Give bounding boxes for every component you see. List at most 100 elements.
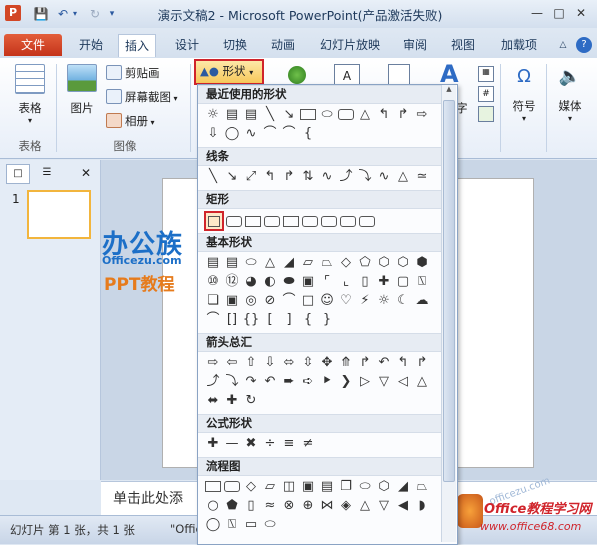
data-icon[interactable]: ▱ <box>261 478 279 496</box>
line-icon[interactable]: ╲ <box>204 168 222 186</box>
elbow-arrow-icon[interactable]: ↱ <box>394 106 412 124</box>
curved-right-arrow-icon[interactable]: ⤴ <box>204 373 222 391</box>
heart-icon[interactable]: ♡ <box>337 292 355 310</box>
left-right-callout-icon[interactable]: ⬌ <box>204 392 222 410</box>
sequential-access-icon[interactable]: ◯ <box>204 516 222 534</box>
multidocument-icon[interactable]: ❐ <box>337 478 355 496</box>
l-shape-icon[interactable]: ⌞ <box>337 273 355 291</box>
or-icon[interactable]: ⊕ <box>299 497 317 515</box>
moon-icon[interactable]: ☾ <box>394 292 412 310</box>
no-symbol-icon[interactable]: ⊘ <box>261 292 279 310</box>
teardrop-icon[interactable]: ⬬ <box>280 273 298 291</box>
collate-icon[interactable]: ⋈ <box>318 497 336 515</box>
up-down-arrow-icon[interactable]: ⇳ <box>299 354 317 372</box>
triangle-icon[interactable]: △ <box>356 106 374 124</box>
offpage-connector-icon[interactable]: ⬟ <box>223 497 241 515</box>
brace-icon[interactable]: { <box>299 125 317 143</box>
connector-icon[interactable]: ○ <box>204 497 222 515</box>
symbol-button[interactable]: Ω 符号 ▾ <box>506 64 542 123</box>
internal-storage-icon[interactable]: ▣ <box>299 478 317 496</box>
curved-connector-icon[interactable]: ∿ <box>318 168 336 186</box>
oval-icon[interactable]: ⬭ <box>242 254 260 272</box>
double-brace-icon[interactable]: {} <box>242 311 260 329</box>
down-arrow-icon[interactable]: ⇩ <box>204 125 222 143</box>
terminator-icon[interactable]: ⬭ <box>356 478 374 496</box>
object-icon[interactable] <box>478 106 494 122</box>
extract-icon[interactable]: △ <box>356 497 374 515</box>
trapezoid-icon[interactable]: ⏢ <box>318 254 336 272</box>
circular-arrow-icon[interactable]: ↻ <box>242 392 260 410</box>
half-frame-icon[interactable]: ⌜ <box>318 273 336 291</box>
block-arc-icon[interactable]: ⌒ <box>280 292 298 310</box>
maximize-button[interactable]: □ <box>549 4 569 22</box>
pentagon-arrow-icon[interactable]: ⯈ <box>318 373 336 391</box>
stored-data-icon[interactable]: ◀ <box>394 497 412 515</box>
tab-home[interactable]: 开始 <box>74 34 108 56</box>
bevel-icon[interactable]: ▣ <box>223 292 241 310</box>
right-triangle-icon[interactable]: ◢ <box>280 254 298 272</box>
clipart-button[interactable]: 剪贴画 <box>106 64 160 82</box>
curved-left-arrow-icon[interactable]: ⤵ <box>223 373 241 391</box>
magnetic-disk-icon[interactable]: ⍂ <box>223 516 241 534</box>
plaque-icon[interactable]: ▢ <box>394 273 412 291</box>
tab-addins[interactable]: 加载项 <box>494 34 544 56</box>
diamond-icon[interactable]: ◇ <box>337 254 355 272</box>
elbow-connector-icon[interactable]: ↰ <box>261 168 279 186</box>
arc-icon[interactable]: ⌒ <box>261 125 279 143</box>
sun-icon[interactable]: ☼ <box>375 292 393 310</box>
shapes-button[interactable]: ▲● 形状 ▾ <box>194 59 264 85</box>
rectangle-icon[interactable] <box>204 211 224 231</box>
tab-transitions[interactable]: 切换 <box>218 34 252 56</box>
close-pane-icon[interactable]: ✕ <box>78 164 94 182</box>
shapes-scroll-thumb[interactable] <box>443 100 455 482</box>
up-callout-icon[interactable]: △ <box>413 373 431 391</box>
dodecagon-icon[interactable]: ⑫ <box>223 273 241 291</box>
sort-icon[interactable]: ◈ <box>337 497 355 515</box>
can-icon[interactable]: ⍂ <box>413 273 431 291</box>
textbox-shape-icon[interactable]: ▤ <box>223 106 241 124</box>
tab-insert[interactable]: 插入 <box>118 34 156 57</box>
bent-up-arrow-icon[interactable]: ↱ <box>413 354 431 372</box>
snip-single-corner-icon[interactable] <box>244 213 262 231</box>
tab-view[interactable]: 视图 <box>446 34 480 56</box>
datetime-icon[interactable]: ▦ <box>478 66 494 82</box>
screenshot-button[interactable]: 屏幕截图 ▾ <box>106 88 178 106</box>
alternate-process-icon[interactable] <box>223 478 241 496</box>
rectangle-icon[interactable] <box>299 106 317 124</box>
curved-up-arrow-icon[interactable]: ↷ <box>242 373 260 391</box>
tab-review[interactable]: 审阅 <box>398 34 432 56</box>
sun-icon[interactable]: ☼ <box>204 106 222 124</box>
down-arrow-icon[interactable]: ⇩ <box>261 354 279 372</box>
plus-shape-icon[interactable]: ✚ <box>375 273 393 291</box>
left-right-up-arrow-icon[interactable]: ⤊ <box>337 354 355 372</box>
flowchart-icon[interactable]: ◯ <box>223 125 241 143</box>
tab-design[interactable]: 设计 <box>170 34 204 56</box>
left-callout-icon[interactable]: ◁ <box>394 373 412 391</box>
notched-right-arrow-icon[interactable]: ➪ <box>299 373 317 391</box>
outline-tab[interactable]: ☰ <box>36 164 58 182</box>
donut-icon[interactable]: ◎ <box>242 292 260 310</box>
lightning-icon[interactable]: ⚡ <box>356 292 374 310</box>
double-bracket-icon[interactable]: [] <box>223 311 241 329</box>
media-button[interactable]: 🔈 媒体 ▾ <box>552 64 588 123</box>
line-icon[interactable]: ╲ <box>261 106 279 124</box>
tab-slideshow[interactable]: 幻灯片放映 <box>314 34 386 56</box>
hexagon-icon[interactable]: ⬡ <box>375 254 393 272</box>
delay-icon[interactable]: ◗ <box>413 497 431 515</box>
snip-diagonal-icon[interactable] <box>282 213 300 231</box>
direct-access-icon[interactable]: ▭ <box>242 516 260 534</box>
curved-down-arrow-icon[interactable]: ↶ <box>261 373 279 391</box>
picture-button[interactable]: 图片 <box>62 64 102 116</box>
arrow-line-icon[interactable]: ↘ <box>223 168 241 186</box>
striped-right-arrow-icon[interactable]: ➨ <box>280 373 298 391</box>
close-button[interactable]: ✕ <box>571 4 591 22</box>
manual-operation-icon[interactable]: ⏢ <box>413 478 431 496</box>
vertical-textbox-icon[interactable]: ▤ <box>223 254 241 272</box>
elbow-connector-icon[interactable]: ↰ <box>375 106 393 124</box>
smiley-icon[interactable]: ☺ <box>318 292 336 310</box>
merge-icon[interactable]: ▽ <box>375 497 393 515</box>
smartart-icon[interactable] <box>288 66 306 84</box>
curve-icon[interactable]: ∿ <box>375 168 393 186</box>
predefined-process-icon[interactable]: ◫ <box>280 478 298 496</box>
scribble-icon[interactable]: ≃ <box>413 168 431 186</box>
